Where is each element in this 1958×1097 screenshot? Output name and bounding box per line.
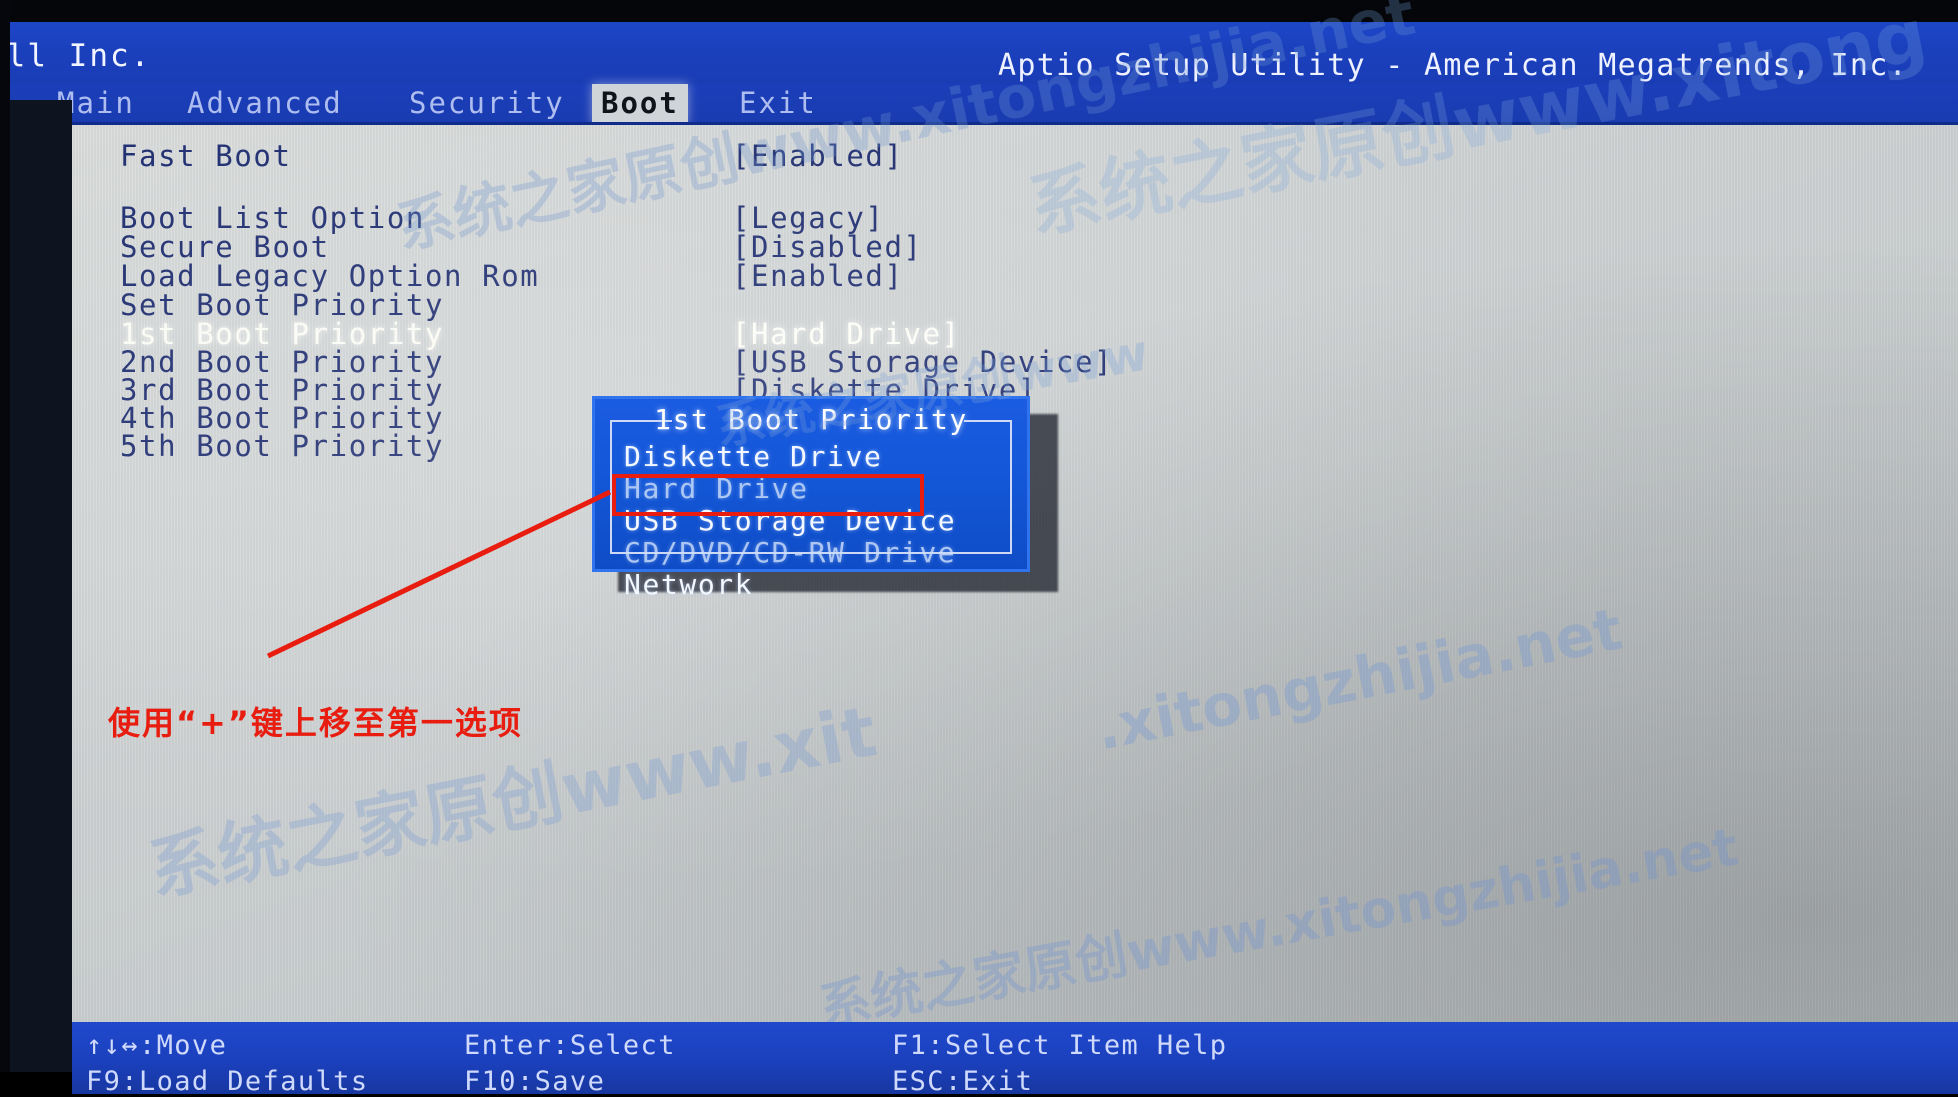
monitor-bezel-top <box>0 0 1958 22</box>
tab-boot[interactable]: Boot <box>592 84 688 124</box>
monitor-bezel-inner-left <box>10 100 72 1072</box>
help-bar: ↑↓↔:Move Enter:Select F1:Select Item Hel… <box>72 1022 1958 1097</box>
bios-header: ell Inc. Aptio Setup Utility - American … <box>0 22 1958 92</box>
help-key-move: ↑↓↔:Move <box>86 1030 228 1061</box>
dialog-title: 1st Boot Priority <box>654 403 968 436</box>
tab-advanced[interactable]: Advanced <box>178 84 352 124</box>
annotation-highlight-box <box>612 474 924 516</box>
setting-label-fast-boot[interactable]: Fast Boot <box>120 139 292 173</box>
tab-exit[interactable]: Exit <box>730 84 826 124</box>
setting-value-load-legacy-rom[interactable]: [Enabled] <box>732 259 904 293</box>
help-key-esc-exit: ESC:Exit <box>892 1066 1034 1097</box>
monitor-bezel-left <box>0 0 10 1072</box>
help-key-f1-help: F1:Select Item Help <box>892 1030 1228 1061</box>
bios-screen: ell Inc. Aptio Setup Utility - American … <box>0 0 1958 1097</box>
dialog-option-cd-dvd-drive[interactable]: CD/DVD/CD-RW Drive <box>624 536 956 569</box>
tab-security[interactable]: Security <box>400 84 574 124</box>
help-key-f10-save: F10:Save <box>464 1066 606 1097</box>
setting-label-5th-boot-priority[interactable]: 5th Boot Priority <box>120 429 444 463</box>
vendor-name: ell Inc. <box>0 38 152 74</box>
watermark: 系统之家原创www.xitongzhijia.net <box>814 817 1743 1022</box>
dialog-option-network[interactable]: Network <box>624 568 753 601</box>
annotation-text: 使用“+”键上移至第一选项 <box>108 704 523 742</box>
setting-value-fast-boot[interactable]: [Enabled] <box>732 139 904 173</box>
help-key-enter-select: Enter:Select <box>464 1030 676 1061</box>
watermark: .xitongzhijia.net <box>1090 594 1628 764</box>
dialog-option-diskette-drive[interactable]: Diskette Drive <box>624 440 882 473</box>
menu-tab-bar: Main Advanced Security Boot Exit <box>0 84 1958 124</box>
utility-title: Aptio Setup Utility - American Megatrend… <box>998 48 1908 83</box>
help-key-f9-defaults: F9:Load Defaults <box>86 1066 369 1097</box>
